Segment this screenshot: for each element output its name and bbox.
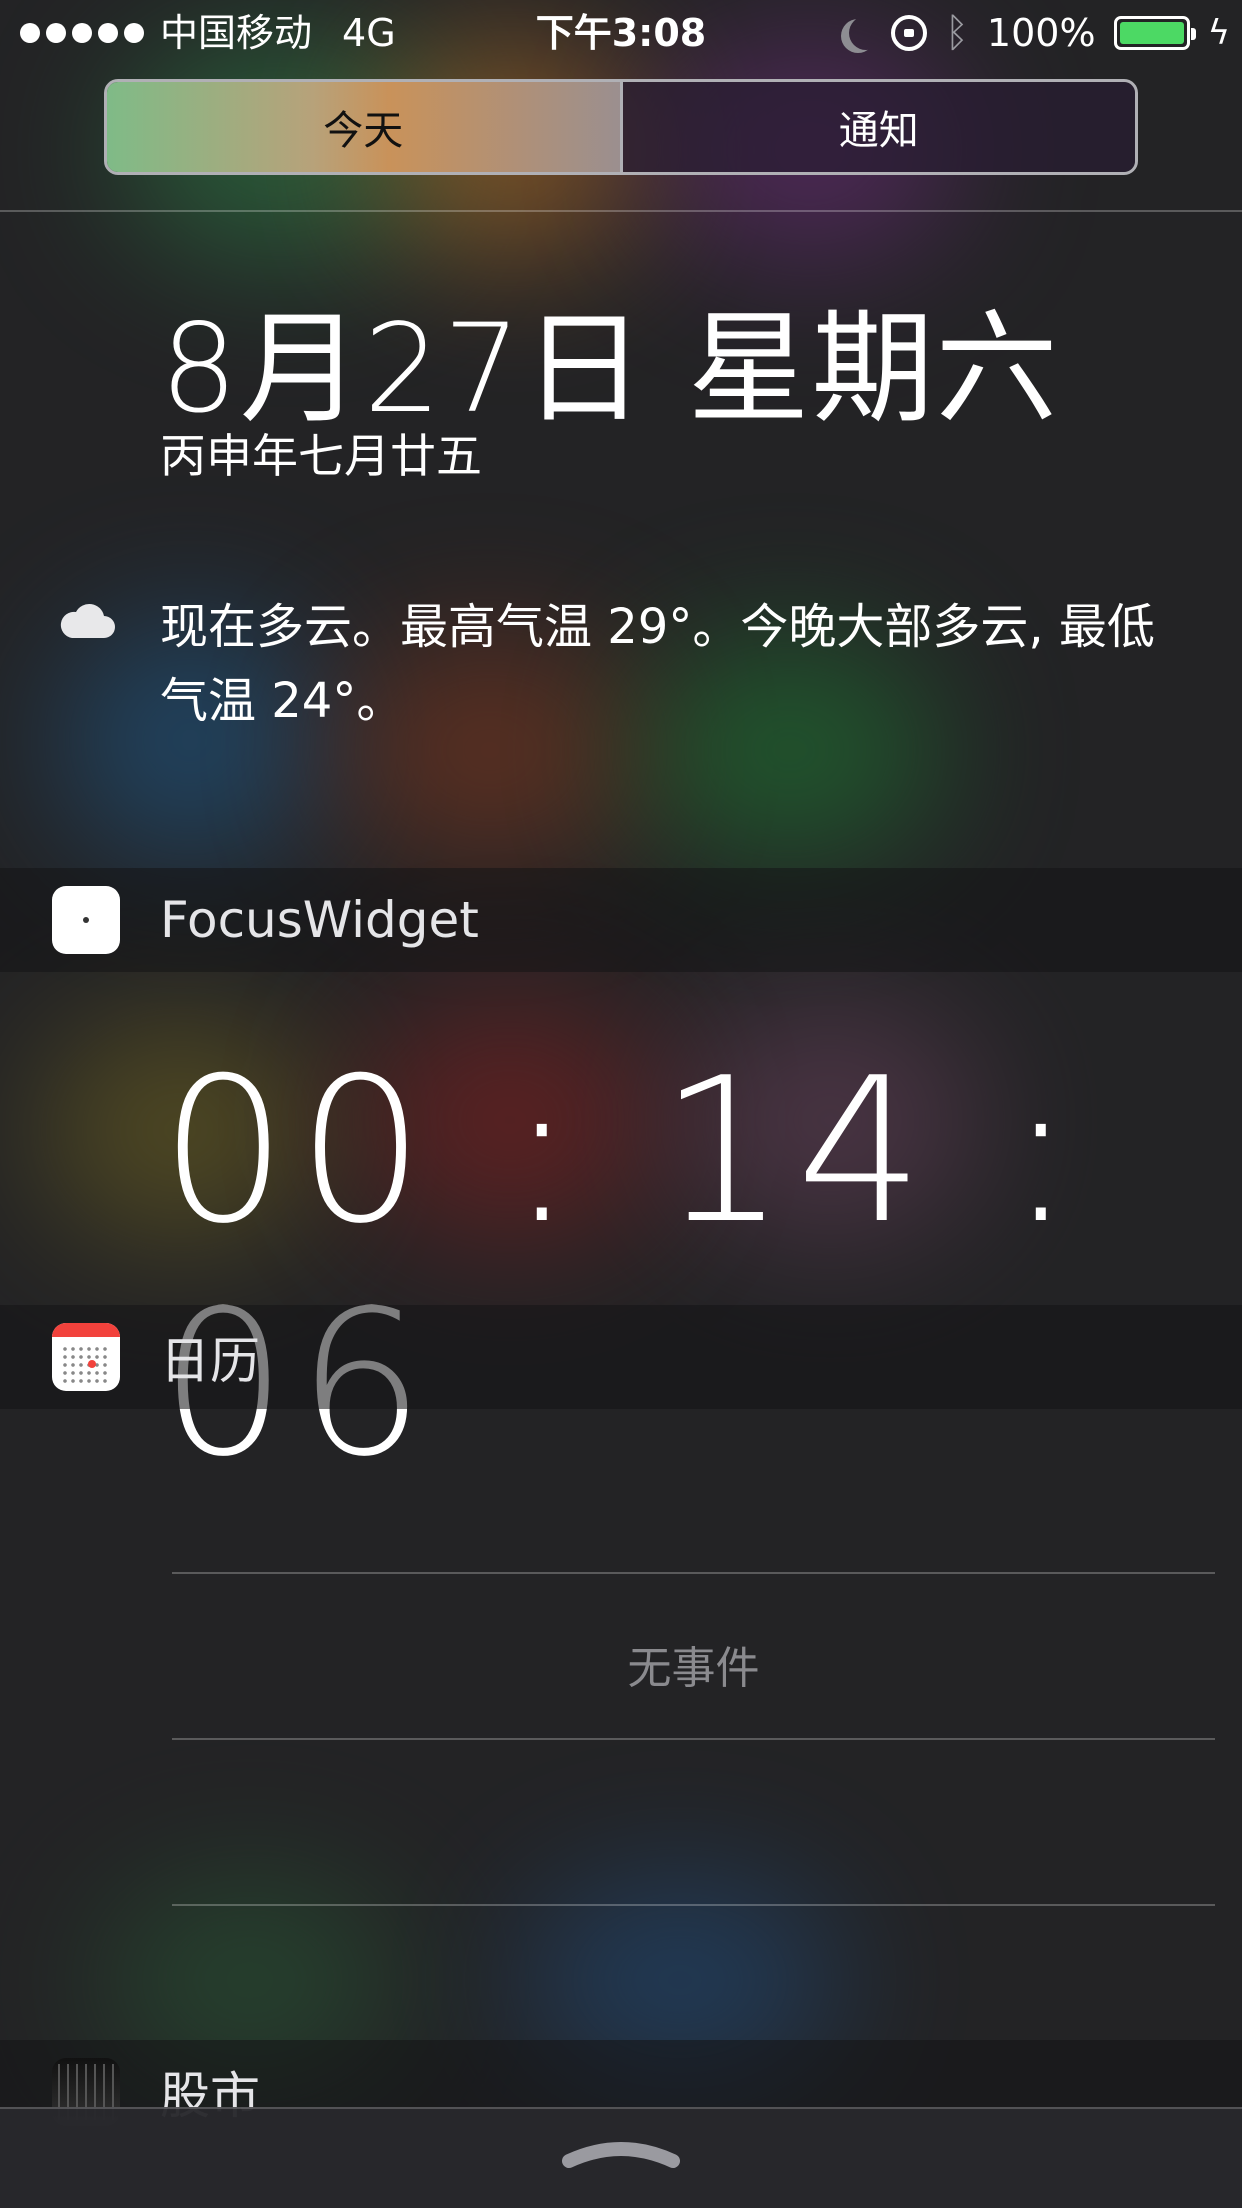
- calendar-no-events: 无事件: [627, 1643, 760, 1694]
- focus-timer: 00 : 14 : 06: [160, 1035, 1085, 1501]
- tab-today[interactable]: 今天: [107, 82, 620, 172]
- calendar-divider: [172, 1738, 1215, 1740]
- status-left: 中国移动 4G: [20, 0, 396, 66]
- carrier-name: 中国移动: [160, 11, 313, 55]
- cloud-icon: [60, 603, 115, 638]
- calendar-divider: [172, 1904, 1215, 1906]
- rotation-lock-icon: [890, 15, 927, 51]
- network-type: 4G: [342, 11, 396, 55]
- focuswidget-app-icon: [52, 886, 120, 954]
- focus-widget-header[interactable]: FocusWidget: [0, 868, 1242, 972]
- header-divider: [0, 210, 1242, 212]
- calendar-divider: [172, 1572, 1215, 1574]
- grabber-handle-icon[interactable]: [561, 2141, 681, 2169]
- signal-strength-icon: [20, 23, 144, 43]
- battery-percent: 100%: [986, 11, 1096, 55]
- view-segmented-control: 今天 通知: [104, 79, 1138, 175]
- moon-icon: [849, 16, 883, 50]
- status-bar: 中国移动 4G 下午3:08 ᛒ 100% ϟ: [0, 0, 1242, 66]
- calendar-app-icon: [52, 1323, 120, 1391]
- status-right: ᛒ 100% ϟ: [839, 0, 1230, 66]
- weather-summary: 现在多云。最高气温 29°。今晚大部多云, 最低气温 24°。: [160, 599, 1155, 729]
- bottom-grabber-bar[interactable]: [0, 2107, 1242, 2208]
- calendar-widget-title: 日历: [160, 1332, 260, 1390]
- battery-icon: [1113, 16, 1196, 50]
- lunar-date: 丙申年七月廿五: [160, 429, 482, 483]
- charging-bolt-icon: ϟ: [1207, 13, 1230, 53]
- tab-notifications[interactable]: 通知: [619, 82, 1135, 172]
- bluetooth-icon: ᛒ: [944, 10, 969, 56]
- battery-fill: [1119, 22, 1184, 44]
- focus-widget-title: FocusWidget: [160, 891, 479, 949]
- calendar-widget-header[interactable]: 日历: [0, 1305, 1242, 1409]
- notification-center: 中国移动 4G 下午3:08 ᛒ 100% ϟ 今天 通知 8月27日 星期六 …: [0, 0, 1242, 2208]
